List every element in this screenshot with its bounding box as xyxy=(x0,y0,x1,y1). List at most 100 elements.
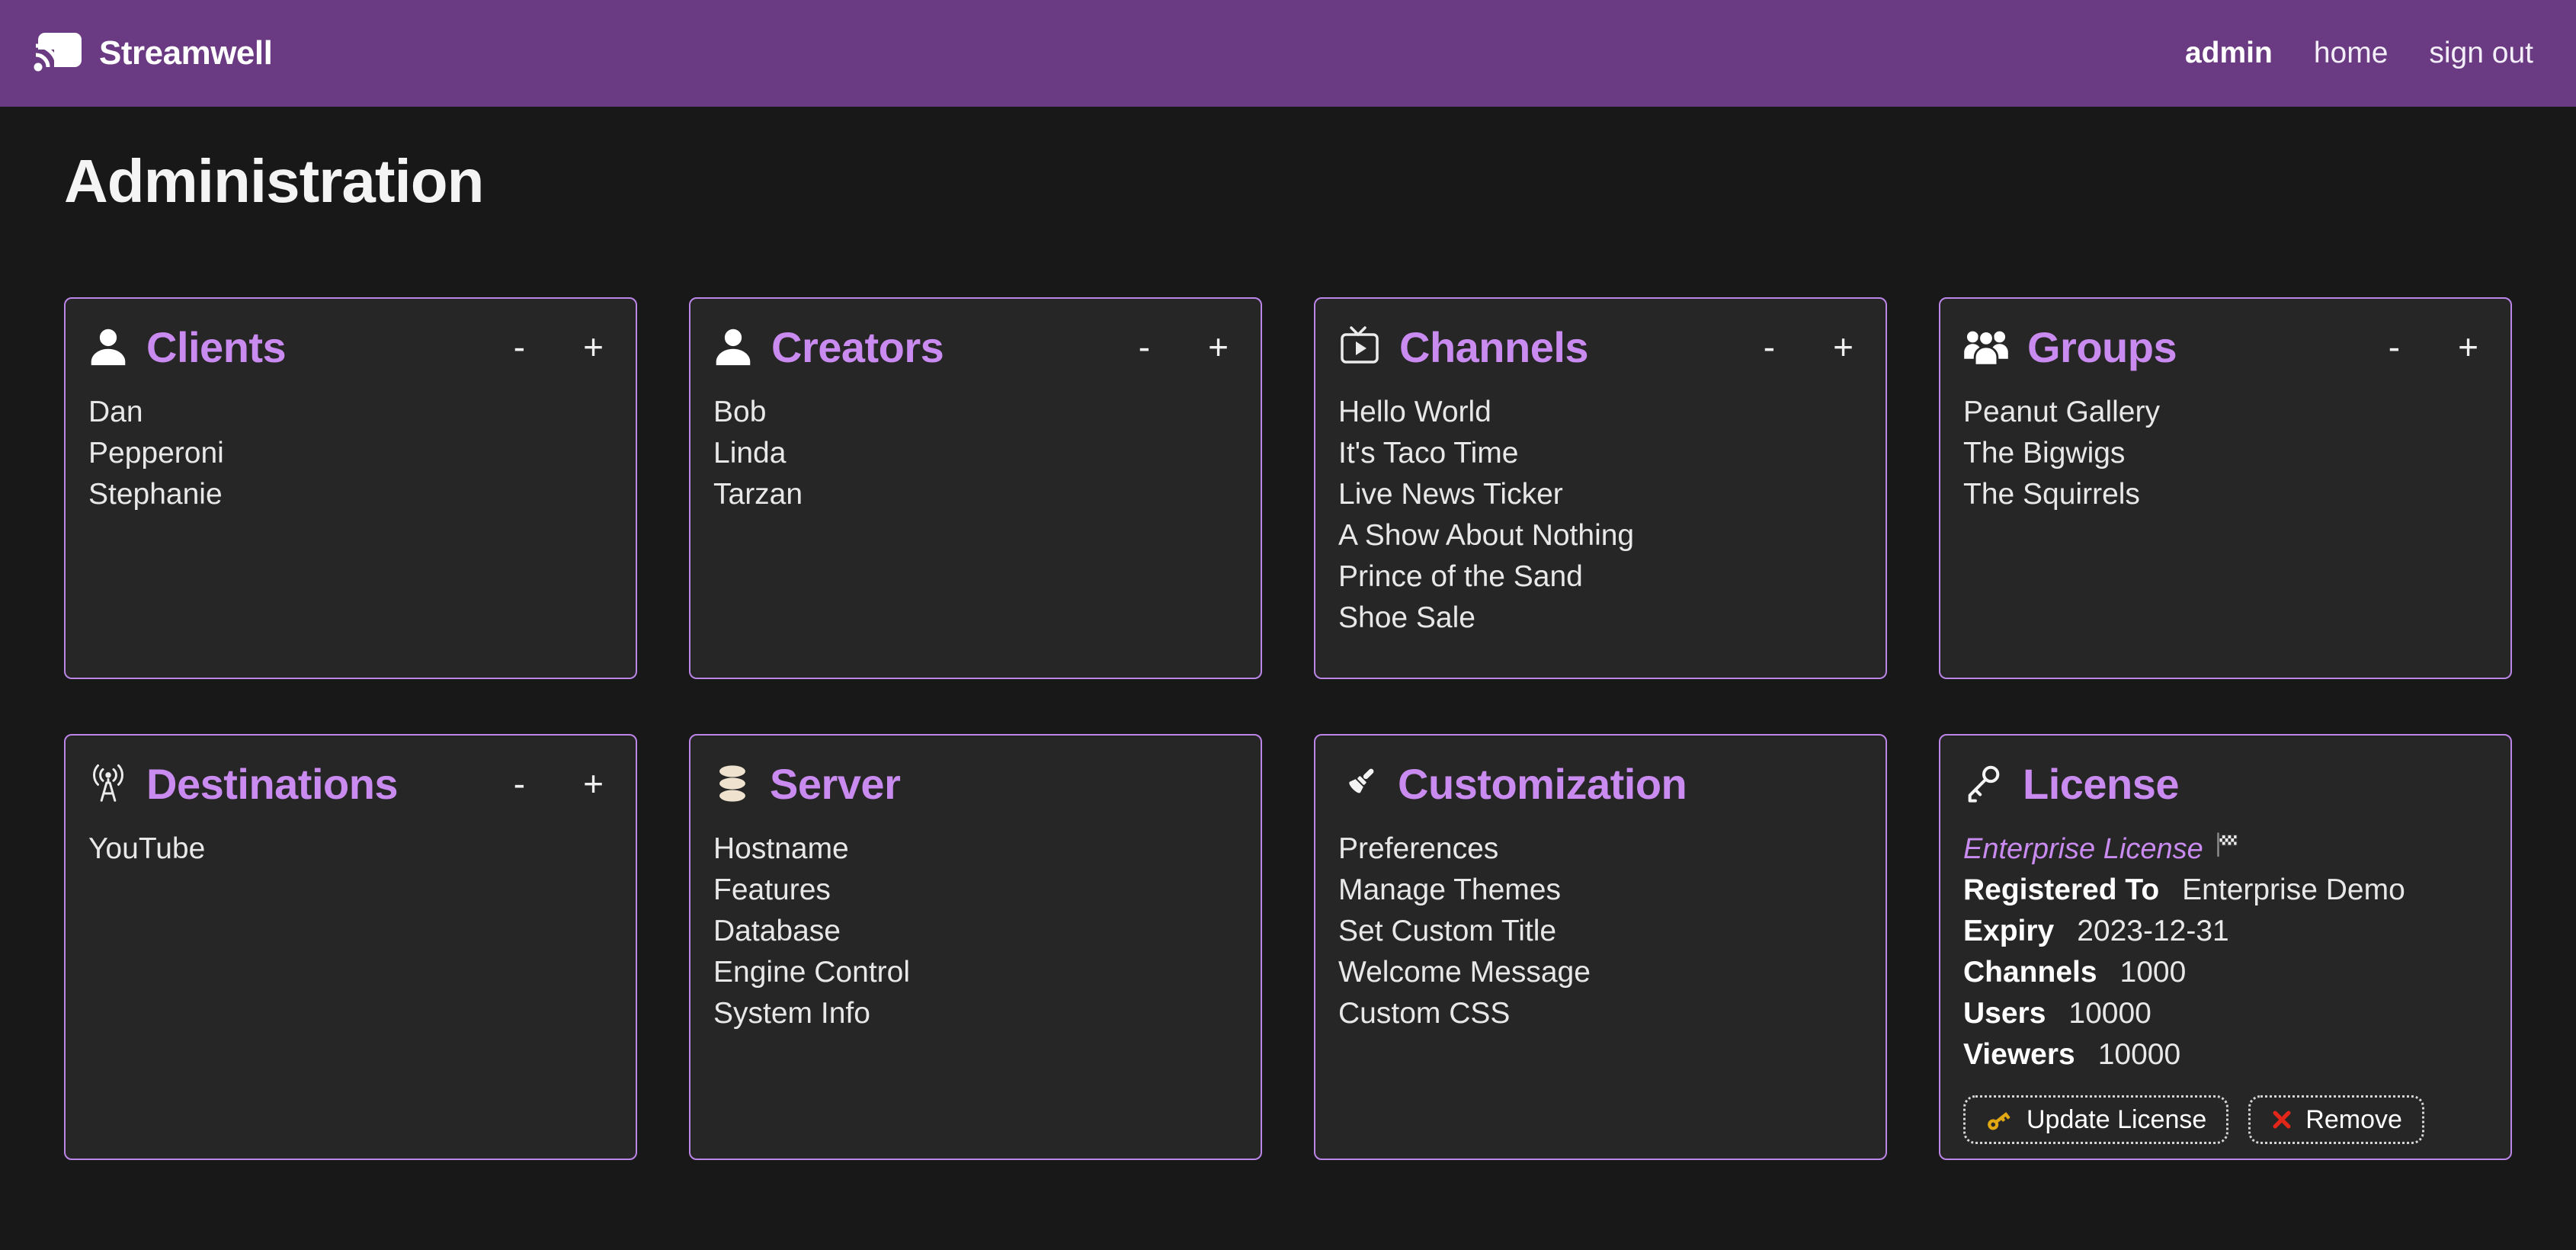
add-creators-button[interactable]: + xyxy=(1199,329,1238,364)
card-destinations: Destinations-+YouTube xyxy=(64,734,637,1160)
card-head-server: Server xyxy=(713,758,1238,809)
license-tier-label: Enterprise License xyxy=(1963,829,2203,870)
controls-creators: -+ xyxy=(1129,329,1238,364)
paintbrush-icon xyxy=(1338,763,1379,804)
card-head-customization: Customization xyxy=(1338,758,1863,809)
database-icon xyxy=(713,764,751,803)
list-item[interactable]: Welcome Message xyxy=(1338,952,1863,993)
list-item[interactable]: Prince of the Sand xyxy=(1338,556,1863,598)
list-item[interactable]: Set Custom Title xyxy=(1338,911,1863,952)
decrease-groups-button[interactable]: - xyxy=(2379,329,2409,364)
license-field-row: Users10000 xyxy=(1963,993,2488,1034)
brand: Streamwell xyxy=(34,32,272,75)
list-item[interactable]: Pepperoni xyxy=(88,433,613,474)
license-field-row: Registered To Enterprise Demo xyxy=(1963,870,2488,911)
license-field-label: Registered To xyxy=(1963,870,2159,911)
gold-key-icon xyxy=(1985,1107,2014,1132)
page-title: Administration xyxy=(64,146,2512,216)
cast-icon xyxy=(34,32,82,75)
add-destinations-button[interactable]: + xyxy=(574,766,613,801)
nav-sign-out[interactable]: sign out xyxy=(2429,37,2533,70)
card-license: License Enterprise LicenseRegistered To En… xyxy=(1939,734,2512,1160)
list-item[interactable]: Bob xyxy=(713,392,1238,433)
decrease-destinations-button[interactable]: - xyxy=(505,766,534,801)
license-field-label: Viewers xyxy=(1963,1034,2075,1075)
app-header: Streamwell admin home sign out xyxy=(0,0,2576,107)
red-x-icon xyxy=(2270,1108,2293,1131)
remove-license-label: Remove xyxy=(2305,1105,2402,1135)
list-item[interactable]: Engine Control xyxy=(713,952,1238,993)
license-field-row: Viewers 10000 xyxy=(1963,1034,2488,1075)
card-server: Server HostnameFeaturesDatabaseEngine Con… xyxy=(689,734,1262,1160)
card-head-channels: Channels-+ xyxy=(1338,322,1863,372)
list-item[interactable]: Manage Themes xyxy=(1338,870,1863,911)
creators-list: BobLindaTarzan xyxy=(713,392,1238,515)
card-head-creators: Creators-+ xyxy=(713,322,1238,372)
list-item[interactable]: Stephanie xyxy=(88,474,613,515)
person-icon xyxy=(88,327,128,367)
nav-home[interactable]: home xyxy=(2314,37,2389,70)
license-field-value: 10000 xyxy=(2098,1034,2180,1075)
card-head-clients: Clients-+ xyxy=(88,322,613,372)
decrease-channels-button[interactable]: - xyxy=(1754,329,1784,364)
main-content: Administration Clients-+DanPepperoniStep… xyxy=(0,146,2576,1160)
brand-name: Streamwell xyxy=(99,34,272,72)
license-field-label: Channels xyxy=(1963,952,2097,993)
add-groups-button[interactable]: + xyxy=(2449,329,2488,364)
card-customization: Customization PreferencesManage ThemesSet… xyxy=(1314,734,1887,1160)
card-groups: Groups-+Peanut GalleryThe BigwigsThe Squ… xyxy=(1939,297,2512,679)
list-item[interactable]: The Bigwigs xyxy=(1963,433,2488,474)
list-item[interactable]: Preferences xyxy=(1338,829,1863,870)
remove-license-button[interactable]: Remove xyxy=(2248,1095,2424,1144)
card-title-customization: Customization xyxy=(1398,759,1687,809)
list-item[interactable]: Hello World xyxy=(1338,392,1863,433)
list-item[interactable]: Live News Ticker xyxy=(1338,474,1863,515)
controls-groups: -+ xyxy=(2379,329,2488,364)
cards-row-1: Clients-+DanPepperoniStephanieCreators-+… xyxy=(64,297,2512,679)
list-item[interactable]: Dan xyxy=(88,392,613,433)
list-item[interactable]: Tarzan xyxy=(713,474,1238,515)
controls-destinations: -+ xyxy=(505,766,613,801)
update-license-label: Update License xyxy=(2027,1105,2206,1135)
card-title-destinations: Destinations xyxy=(146,759,398,809)
license-field-value: Enterprise Demo xyxy=(2182,870,2405,911)
key-icon xyxy=(1963,763,2004,804)
list-item[interactable]: System Info xyxy=(713,993,1238,1034)
license-field-label: Users xyxy=(1963,993,2046,1034)
license-buttons: Update License Remove xyxy=(1963,1095,2488,1144)
card-channels: Channels-+Hello WorldIt's Taco TimeLive … xyxy=(1314,297,1887,679)
groups-list: Peanut GalleryThe BigwigsThe Squirrels xyxy=(1963,392,2488,515)
add-channels-button[interactable]: + xyxy=(1824,329,1863,364)
clients-list: DanPepperoniStephanie xyxy=(88,392,613,515)
controls-clients: -+ xyxy=(505,329,613,364)
list-item[interactable]: Linda xyxy=(713,433,1238,474)
update-license-button[interactable]: Update License xyxy=(1963,1095,2228,1144)
broadcast-tower-icon xyxy=(88,764,128,803)
decrease-creators-button[interactable]: - xyxy=(1129,329,1159,364)
cards-row-2: Destinations-+YouTubeServerHostnameFeatu… xyxy=(64,734,2512,1160)
list-item[interactable]: A Show About Nothing xyxy=(1338,515,1863,556)
person-icon xyxy=(713,327,753,367)
card-title-server: Server xyxy=(770,759,900,809)
list-item[interactable]: The Squirrels xyxy=(1963,474,2488,515)
list-item[interactable]: Custom CSS xyxy=(1338,993,1863,1034)
people-icon xyxy=(1963,327,2009,367)
list-item[interactable]: Shoe Sale xyxy=(1338,598,1863,639)
top-nav: admin home sign out xyxy=(2185,37,2533,70)
card-head-groups: Groups-+ xyxy=(1963,322,2488,372)
list-item[interactable]: Hostname xyxy=(713,829,1238,870)
card-head-destinations: Destinations-+ xyxy=(88,758,613,809)
license-field-value: 2023-12-31 xyxy=(2077,911,2229,952)
list-item[interactable]: Database xyxy=(713,911,1238,952)
card-title-license: License xyxy=(2023,759,2179,809)
list-item[interactable]: Features xyxy=(713,870,1238,911)
decrease-clients-button[interactable]: - xyxy=(505,329,534,364)
list-item[interactable]: Peanut Gallery xyxy=(1963,392,2488,433)
card-title-creators: Creators xyxy=(771,322,944,372)
list-item[interactable]: YouTube xyxy=(88,829,613,870)
add-clients-button[interactable]: + xyxy=(574,329,613,364)
customization-list: PreferencesManage ThemesSet Custom Title… xyxy=(1338,829,1863,1034)
checkered-flag-icon xyxy=(2214,829,2241,870)
nav-admin[interactable]: admin xyxy=(2185,37,2273,70)
list-item[interactable]: It's Taco Time xyxy=(1338,433,1863,474)
